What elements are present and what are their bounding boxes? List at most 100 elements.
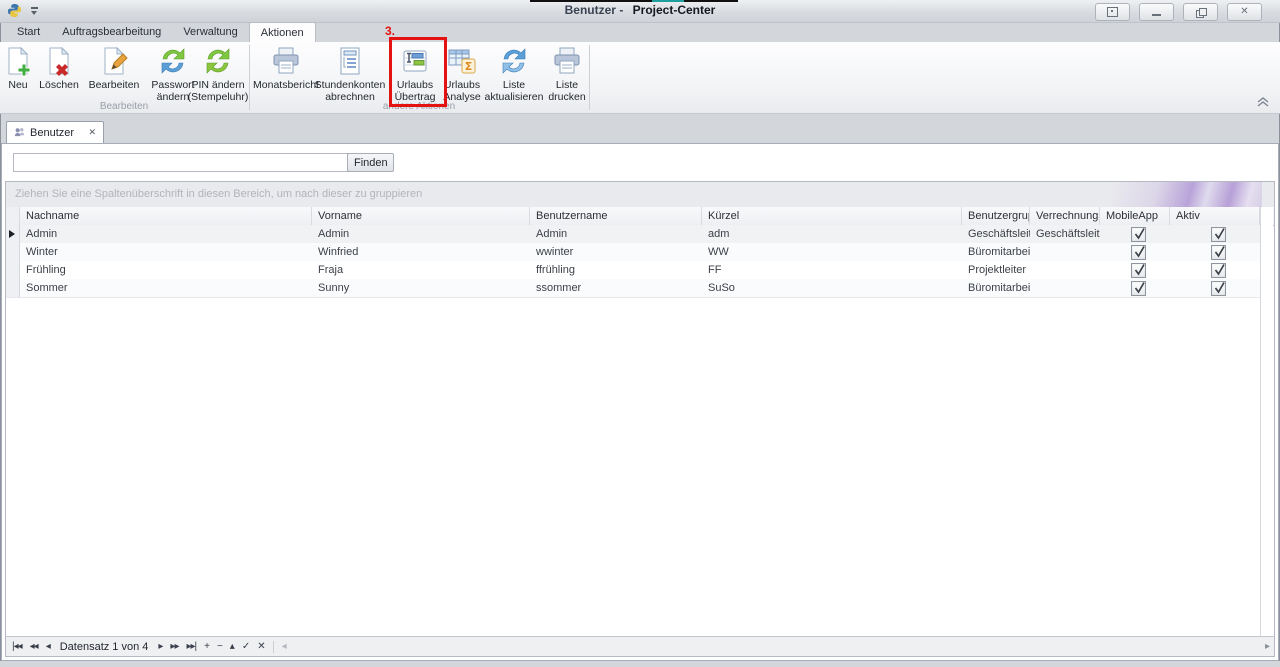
column-header-benutzergruppe[interactable]: Benutzergrup... — [962, 207, 1030, 225]
report-list-icon — [334, 45, 366, 77]
hscroll-left-icon[interactable]: ◂ — [282, 641, 287, 652]
cell-verrechnung — [1030, 279, 1100, 297]
monatsbericht-label: Monatsbericht — [253, 79, 319, 91]
column-header-kuerzel[interactable]: Kürzel — [702, 207, 962, 225]
nav-append-button[interactable]: + — [204, 641, 210, 652]
row-indicator — [6, 243, 20, 261]
tab-start[interactable]: Start — [6, 22, 51, 42]
grid-header-row: Nachname Vorname Benutzername Kürzel Ben… — [6, 207, 1274, 226]
checkbox-checked[interactable] — [1210, 226, 1226, 242]
current-row-indicator — [6, 225, 20, 243]
nav-prev-page-button[interactable]: ◂◂ — [30, 641, 39, 652]
bearbeiten-label: Bearbeiten — [88, 79, 140, 91]
column-header-aktiv[interactable]: Aktiv — [1170, 207, 1260, 225]
liste-drucken-label: Liste drucken — [548, 79, 586, 103]
column-header-nachname[interactable]: Nachname — [20, 207, 312, 225]
row-indicator — [6, 279, 20, 297]
cell-nachname: Frühling — [26, 264, 66, 276]
checkbox-checked[interactable] — [1130, 244, 1146, 260]
column-header-mobileapp[interactable]: MobileApp — [1100, 207, 1170, 225]
minimize-icon — [1152, 14, 1161, 16]
tab-benutzer-label: Benutzer — [30, 126, 75, 139]
cell-vorname: Admin — [318, 228, 350, 240]
fit-screen-icon — [1107, 7, 1118, 17]
monatsbericht-button[interactable]: Monatsbericht — [252, 45, 320, 109]
cell-benutzername: ffrühling — [536, 264, 575, 276]
tab-verwaltung[interactable]: Verwaltung — [172, 22, 248, 42]
nav-prev-button[interactable]: ◂ — [46, 641, 51, 652]
fit-screen-button[interactable] — [1095, 3, 1130, 21]
nav-next-button[interactable]: ▸ — [158, 641, 163, 652]
cell-verrechnung: Geschäftsleit... — [1036, 228, 1100, 240]
checkbox-checked[interactable] — [1210, 262, 1226, 278]
nav-cancel-button[interactable]: ✕ — [257, 641, 265, 652]
printer-icon — [551, 45, 583, 77]
column-header-verrechnung[interactable]: Verrechnungs... — [1030, 207, 1100, 225]
tab-auftragsbearbeitung[interactable]: Auftragsbearbeitung — [51, 22, 172, 42]
stundenkonten-abrechnen-button[interactable]: Stundenkonten abrechnen — [314, 45, 386, 109]
vertical-scrollbar[interactable] — [1260, 207, 1273, 637]
cell-aktiv — [1170, 225, 1260, 243]
cell-nachname: Sommer — [26, 282, 68, 294]
cell-mobileapp — [1100, 279, 1170, 297]
cell-kuerzel: adm — [708, 228, 730, 240]
loeschen-button[interactable]: Löschen — [36, 45, 82, 109]
nav-post-button[interactable]: ✓ — [242, 641, 250, 652]
annotation-step-label: 3. — [385, 24, 396, 38]
column-header-vorname[interactable]: Vorname — [312, 207, 530, 225]
table-row[interactable]: Admin Admin Admin adm Geschäftsleit... G… — [6, 225, 1260, 244]
title-bar: Benutzer - Project-Center ✕ — [0, 0, 1280, 23]
refresh-green-icon — [157, 45, 189, 77]
checkbox-checked[interactable] — [1210, 244, 1226, 260]
neu-button[interactable]: Neu — [2, 45, 34, 109]
nav-next-page-button[interactable]: ▸▸ — [170, 641, 179, 652]
hscroll-right-icon[interactable]: ▸ — [1265, 641, 1270, 652]
cell-aktiv — [1170, 243, 1260, 261]
bearbeiten-button[interactable]: Bearbeiten — [84, 45, 144, 109]
liste-drucken-button[interactable]: Liste drucken — [546, 45, 588, 109]
table-row[interactable]: Sommer Sunny ssommer SuSo Büromitarbeite… — [6, 279, 1260, 298]
window-title: Benutzer - Project-Center — [0, 3, 1280, 17]
nav-last-button[interactable]: ▸▸| — [186, 641, 197, 652]
stundenkonten-abrechnen-label: Stundenkonten abrechnen — [314, 79, 386, 103]
cell-kuerzel: FF — [708, 264, 722, 276]
pin-aendern-button[interactable]: PIN ändern (Stempeluhr) — [186, 45, 250, 109]
table-row[interactable]: Winter Winfried wwinter WW Büromitarbeit… — [6, 243, 1260, 262]
tab-aktionen[interactable]: Aktionen — [248, 22, 316, 42]
close-button[interactable]: ✕ — [1227, 3, 1262, 21]
cell-kuerzel: WW — [708, 246, 729, 258]
cell-verrechnung — [1030, 243, 1100, 261]
cell-vorname: Fraja — [318, 264, 344, 276]
nav-first-button[interactable]: |◂◂ — [12, 641, 23, 652]
minimize-button[interactable] — [1139, 3, 1174, 21]
checkbox-checked[interactable] — [1130, 262, 1146, 278]
nav-edit-button[interactable]: ▴ — [230, 641, 235, 652]
checkbox-checked[interactable] — [1130, 280, 1146, 296]
group-by-bar[interactable]: Ziehen Sie eine Spaltenüberschrift in di… — [6, 182, 1274, 208]
record-count-label: Datensatz 1 von 4 — [59, 640, 149, 653]
finden-button[interactable]: Finden — [347, 153, 394, 172]
checkbox-checked[interactable] — [1130, 226, 1146, 242]
window-title-document: Benutzer - — [564, 3, 627, 17]
cell-nachname: Winter — [26, 246, 58, 258]
collapse-ribbon-icon[interactable] — [1256, 97, 1270, 107]
restore-button[interactable] — [1183, 3, 1218, 21]
cell-benutzername: wwinter — [536, 246, 574, 258]
cell-vorname: Winfried — [318, 246, 359, 258]
tab-benutzer-document[interactable]: Benutzer ✕ — [6, 121, 104, 143]
cell-vorname: Sunny — [318, 282, 350, 294]
cell-benutzergruppe: Geschäftsleit... — [968, 228, 1030, 240]
column-header-benutzername[interactable]: Benutzername — [530, 207, 702, 225]
navigator-separator — [272, 640, 274, 653]
restore-icon — [1195, 7, 1207, 18]
liste-aktualisieren-button[interactable]: Liste aktualisieren — [484, 45, 544, 109]
ribbon-tab-row: Start Auftragsbearbeitung Verwaltung Akt… — [0, 22, 1280, 42]
search-input[interactable] — [13, 153, 349, 172]
nav-delete-button[interactable]: − — [217, 641, 223, 652]
row-indicator — [6, 261, 20, 279]
table-row[interactable]: Frühling Fraja ffrühling FF Projektleite… — [6, 261, 1260, 280]
close-tab-icon[interactable]: ✕ — [88, 127, 96, 138]
checkbox-checked[interactable] — [1210, 280, 1226, 296]
neu-label: Neu — [8, 79, 28, 91]
cell-benutzergruppe: Projektleiter — [968, 264, 1027, 276]
